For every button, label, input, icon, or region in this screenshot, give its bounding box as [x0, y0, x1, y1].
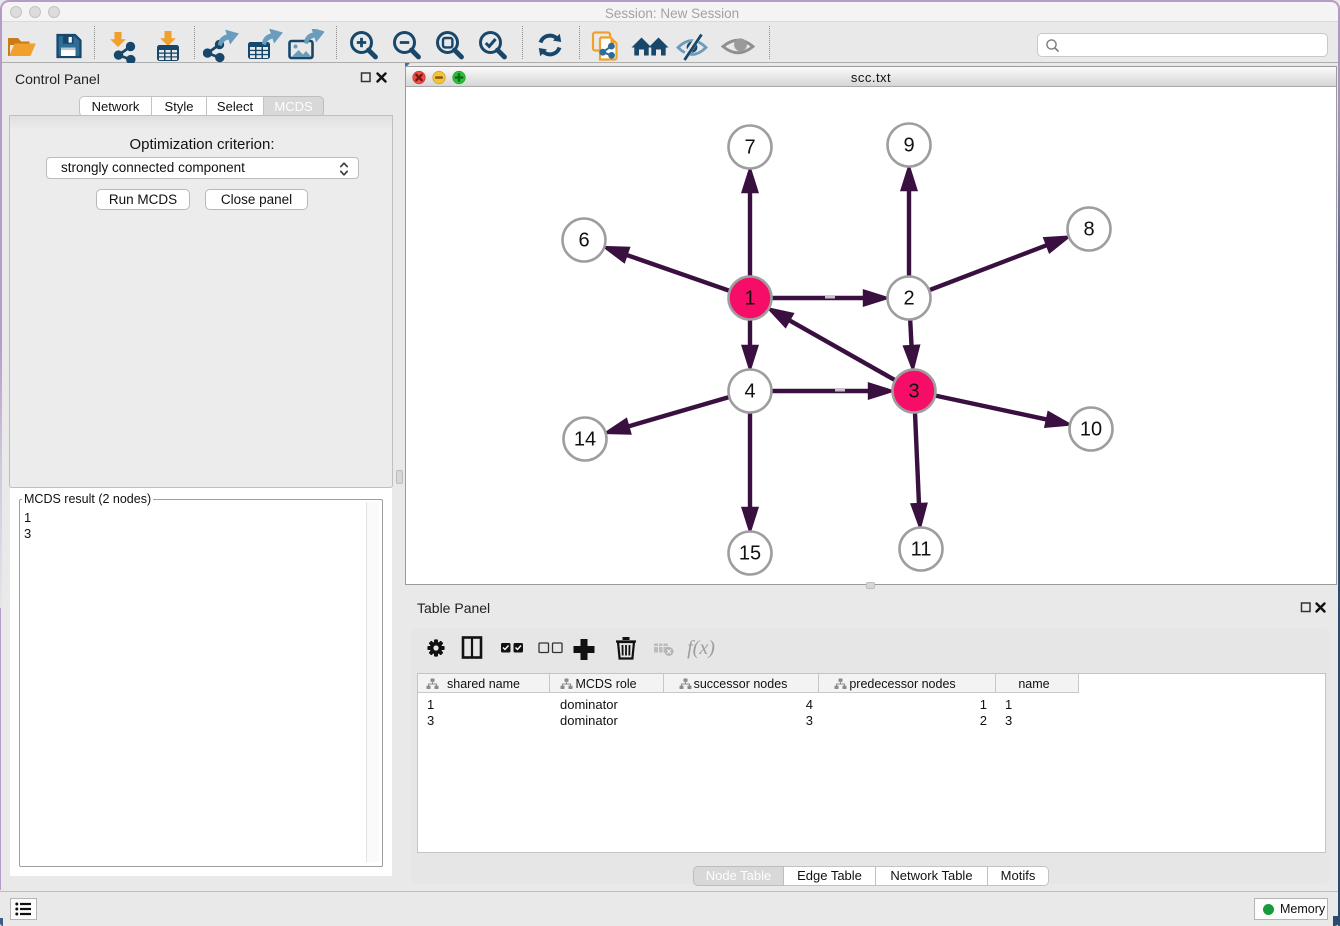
svg-text:4: 4	[744, 381, 755, 403]
svg-text:2: 2	[903, 288, 914, 310]
svg-text:6: 6	[578, 230, 589, 252]
svg-text:10: 10	[1080, 419, 1102, 441]
svg-text:14: 14	[574, 429, 596, 451]
svg-text:15: 15	[739, 543, 761, 565]
svg-text:11: 11	[911, 539, 932, 561]
svg-text:3: 3	[908, 381, 919, 403]
svg-text:1: 1	[744, 288, 755, 310]
svg-text:9: 9	[903, 135, 914, 157]
svg-text:7: 7	[744, 137, 755, 159]
svg-text:8: 8	[1083, 219, 1094, 241]
svg-text:f(x): f(x)	[687, 637, 715, 659]
